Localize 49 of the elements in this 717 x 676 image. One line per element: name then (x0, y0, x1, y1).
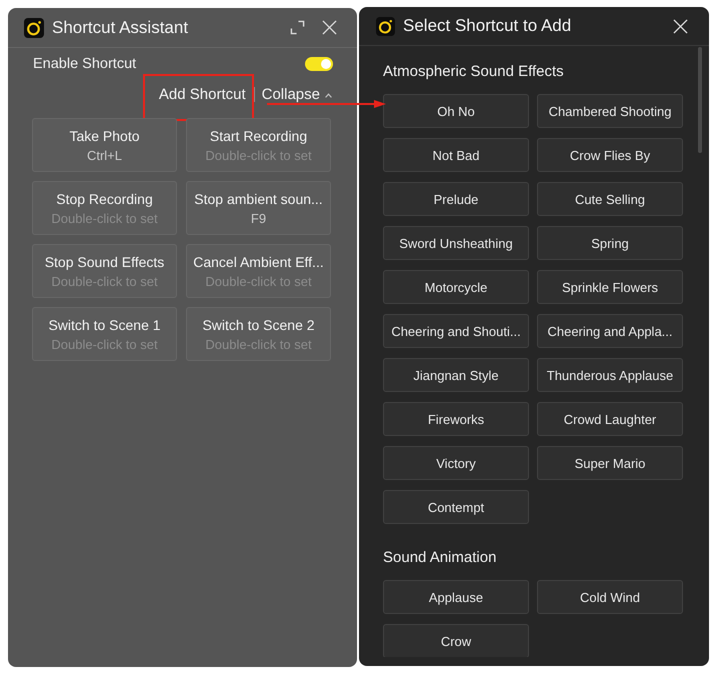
shortcut-name: Switch to Scene 1 (48, 316, 161, 335)
expand-icon[interactable] (290, 20, 305, 35)
sound-option-button[interactable]: Applause (383, 580, 529, 614)
section-title: Atmospheric Sound Effects (383, 62, 565, 82)
close-icon[interactable] (673, 18, 688, 34)
logo-icon (24, 18, 44, 38)
shortcut-name: Stop Recording (56, 190, 153, 209)
sound-option-button[interactable]: Cheering and Shouti... (383, 314, 529, 348)
scrollbar-thumb[interactable] (698, 47, 702, 153)
shortcut-name: Start Recording (210, 127, 308, 146)
sound-option-button[interactable]: Cheering and Appla... (537, 314, 683, 348)
shortcut-name: Stop Sound Effects (44, 253, 164, 272)
section-title: Sound Animation (383, 548, 498, 568)
sound-option-button[interactable]: Sprinkle Flowers (537, 270, 683, 304)
sound-option-button[interactable]: Cold Wind (537, 580, 683, 614)
shortcut-card[interactable]: Stop ambient soun... F9 (186, 181, 331, 235)
sound-option-button[interactable]: Super Mario (537, 446, 683, 480)
chevron-up-icon[interactable] (325, 92, 332, 98)
sound-option-button[interactable]: Jiangnan Style (383, 358, 529, 392)
sound-option-button[interactable]: Spring (537, 226, 683, 260)
sound-option-button[interactable]: Contempt (383, 490, 529, 524)
sound-option-button[interactable]: Cute Selling (537, 182, 683, 216)
close-icon[interactable] (322, 20, 337, 35)
shortcut-card[interactable]: Take Photo Ctrl+L (32, 118, 177, 172)
sound-option-button[interactable]: Oh No (383, 94, 529, 128)
sound-option-button[interactable]: Crow (383, 624, 529, 657)
shortcut-name: Take Photo (69, 127, 140, 146)
sound-option-button[interactable]: Crowd Laughter (537, 402, 683, 436)
shortcut-key: F9 (250, 209, 266, 228)
sound-option-button[interactable]: Prelude (383, 182, 529, 216)
add-shortcut-button[interactable]: Add Shortcut (158, 85, 246, 105)
shortcut-name: Stop ambient soun... (194, 190, 323, 209)
sound-option-button[interactable]: Victory (383, 446, 529, 480)
sound-option-button[interactable]: Chambered Shooting (537, 94, 683, 128)
window-title: Select Shortcut to Add (403, 16, 572, 36)
logo-icon (376, 16, 395, 36)
sound-option-button[interactable]: Sword Unsheathing (383, 226, 529, 260)
enable-toggle[interactable] (305, 57, 333, 71)
shortcut-name: Switch to Scene 2 (202, 316, 315, 335)
sound-option-button[interactable]: Thunderous Applause (537, 358, 683, 392)
sound-option-button[interactable]: Not Bad (383, 138, 529, 172)
window-title: Shortcut Assistant (52, 18, 190, 38)
shortcut-key: Ctrl+L (86, 146, 122, 165)
enable-shortcut-label: Enable Shortcut (33, 55, 136, 74)
sound-option-button[interactable]: Fireworks (383, 402, 529, 436)
shortcut-name: Cancel Ambient Eff... (193, 253, 324, 272)
sound-option-button[interactable]: Crow Flies By (537, 138, 683, 172)
sound-option-button[interactable]: Motorcycle (383, 270, 529, 304)
collapse-button[interactable]: Collapse (262, 85, 320, 105)
